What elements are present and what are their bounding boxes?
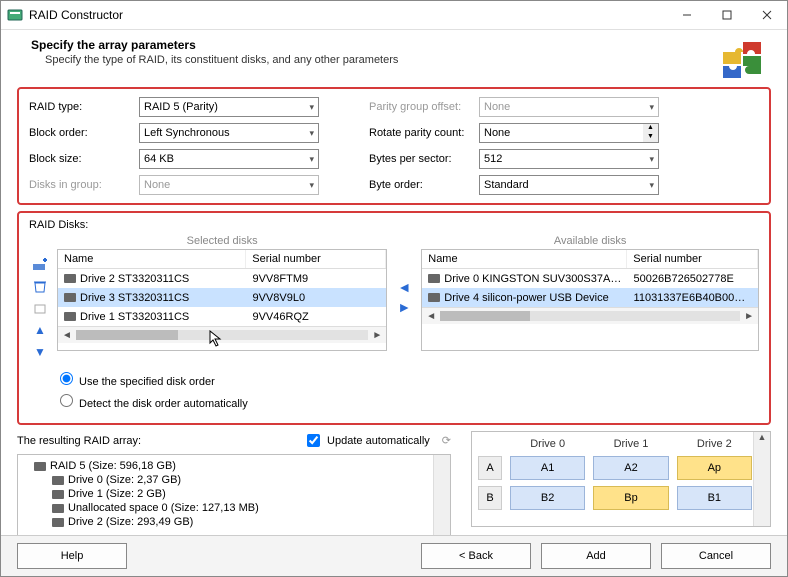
radio-detect-auto[interactable]: Detect the disk order automatically — [55, 391, 759, 410]
stripe-cell: A1 — [510, 456, 585, 480]
help-button[interactable]: Help — [17, 543, 127, 569]
remove-disk-button[interactable] — [31, 277, 49, 295]
disks-group-select[interactable]: None▾ — [139, 175, 319, 195]
bytes-sector-label: Bytes per sector: — [369, 153, 479, 165]
rotate-parity-label: Rotate parity count: — [369, 127, 479, 139]
available-hscroll[interactable]: ◄ ► — [422, 307, 758, 324]
col-name[interactable]: Name — [58, 250, 246, 268]
parameters-group: RAID type: RAID 5 (Parity)▾ Parity group… — [17, 87, 771, 205]
chevron-down-icon: ▾ — [309, 154, 314, 165]
col-serial[interactable]: Serial number — [627, 250, 758, 268]
stripe-cell: B1 — [677, 486, 752, 510]
chevron-down-icon: ▾ — [309, 128, 314, 139]
available-disks-title: Available disks — [421, 233, 759, 249]
rotate-parity-spinner[interactable]: None ▲▼ — [479, 123, 659, 143]
stripe-diagram: Drive 0 Drive 1 Drive 2 A A1 A2 Ap B B2 Bp B1 ▲ — [471, 431, 771, 527]
move-right-button[interactable]: ► — [397, 299, 411, 315]
move-left-button[interactable]: ◄ — [397, 279, 411, 295]
col-name[interactable]: Name — [422, 250, 627, 268]
tree-node: RAID 5 (Size: 596,18 GB) — [34, 459, 444, 473]
titlebar: RAID Constructor — [1, 1, 787, 30]
result-title: The resulting RAID array: — [17, 435, 141, 447]
back-button[interactable]: < Back — [421, 543, 531, 569]
chevron-down-icon: ▾ — [649, 154, 654, 165]
scroll-right-icon[interactable]: ► — [744, 311, 754, 322]
stripe-row-label: A — [478, 456, 502, 480]
stripe-cell: Bp — [593, 486, 668, 510]
chevron-down-icon: ▾ — [649, 102, 654, 113]
disks-group-label: Disks in group: — [29, 179, 139, 191]
chevron-down-icon: ▾ — [649, 180, 654, 191]
page-subtitle: Specify the type of RAID, its constituen… — [45, 54, 719, 66]
stripe-header: Drive 1 — [593, 438, 668, 450]
raid-disks-title: RAID Disks: — [29, 219, 759, 231]
tree-node: Drive 2 (Size: 293,49 GB) — [52, 515, 444, 529]
scroll-left-icon[interactable]: ◄ — [62, 330, 72, 341]
col-serial[interactable]: Serial number — [246, 250, 386, 268]
move-down-button[interactable]: ▼ — [31, 343, 49, 361]
spin-down-icon[interactable]: ▼ — [643, 133, 658, 142]
byte-order-select[interactable]: Standard▾ — [479, 175, 659, 195]
tree-node: Unallocated space 0 (Size: 127,13 MB) — [52, 501, 444, 515]
move-up-button[interactable]: ▲ — [31, 321, 49, 339]
table-row[interactable]: Drive 3 ST3320311CS9VV8V9L0 — [58, 288, 386, 307]
window-title: RAID Constructor — [29, 8, 667, 22]
table-row[interactable]: Drive 1 ST3320311CS9VV46RQZ — [58, 307, 386, 326]
stripe-cell: B2 — [510, 486, 585, 510]
selected-disks-table[interactable]: Name Serial number Drive 2 ST3320311CS9V… — [57, 249, 387, 351]
block-order-label: Block order: — [29, 127, 139, 139]
app-window: RAID Constructor Specify the array param… — [0, 0, 788, 577]
footer: Help < Back Add Cancel — [1, 535, 787, 576]
close-button[interactable] — [747, 1, 787, 29]
refresh-icon[interactable]: ⟳ — [442, 434, 451, 447]
scroll-left-icon[interactable]: ◄ — [426, 311, 436, 322]
maximize-button[interactable] — [707, 1, 747, 29]
stripe-cell: A2 — [593, 456, 668, 480]
edit-disk-button[interactable] — [31, 299, 49, 317]
cancel-button[interactable]: Cancel — [661, 543, 771, 569]
stripe-header: Drive 0 — [510, 438, 585, 450]
tree-node: Drive 0 (Size: 2,37 GB) — [52, 473, 444, 487]
available-disks-table[interactable]: Name Serial number Drive 0 KINGSTON SUV3… — [421, 249, 759, 351]
stripe-row-label: B — [478, 486, 502, 510]
selected-disks-title: Selected disks — [57, 233, 387, 249]
block-size-label: Block size: — [29, 153, 139, 165]
parity-offset-label: Parity group offset: — [369, 101, 479, 113]
raid-disks-group: RAID Disks: ▲ ▼ Selected disks — [17, 211, 771, 425]
tree-node: Drive 1 (Size: 2 GB) — [52, 487, 444, 501]
radio-use-specified[interactable]: Use the specified disk order — [55, 369, 759, 388]
update-auto-checkbox[interactable]: Update automatically — [303, 431, 430, 450]
chevron-down-icon: ▾ — [309, 180, 314, 191]
scroll-right-icon[interactable]: ► — [372, 330, 382, 341]
add-button[interactable]: Add — [541, 543, 651, 569]
spin-up-icon[interactable]: ▲ — [643, 124, 658, 133]
stripe-header: Drive 2 — [677, 438, 752, 450]
raid-type-label: RAID type: — [29, 101, 139, 113]
puzzle-icon — [719, 40, 765, 83]
table-row[interactable]: Drive 4 silicon-power USB Device11031337… — [422, 288, 758, 307]
block-size-select[interactable]: 64 KB▾ — [139, 149, 319, 169]
table-row[interactable]: Drive 0 KINGSTON SUV300S37A240G50026B726… — [422, 269, 758, 288]
app-icon — [7, 7, 23, 23]
selected-hscroll[interactable]: ◄ ► — [58, 326, 386, 343]
stripe-vscroll[interactable]: ▲ — [753, 432, 770, 526]
table-row[interactable]: Drive 2 ST3320311CS9VV8FTM9 — [58, 269, 386, 288]
bytes-sector-select[interactable]: 512▾ — [479, 149, 659, 169]
block-order-select[interactable]: Left Synchronous▾ — [139, 123, 319, 143]
minimize-button[interactable] — [667, 1, 707, 29]
chevron-down-icon: ▾ — [309, 102, 314, 113]
byte-order-label: Byte order: — [369, 179, 479, 191]
raid-type-select[interactable]: RAID 5 (Parity)▾ — [139, 97, 319, 117]
page-title: Specify the array parameters — [31, 38, 719, 52]
stripe-cell: Ap — [677, 456, 752, 480]
add-disk-button[interactable] — [31, 255, 49, 273]
parity-offset-select[interactable]: None▾ — [479, 97, 659, 117]
